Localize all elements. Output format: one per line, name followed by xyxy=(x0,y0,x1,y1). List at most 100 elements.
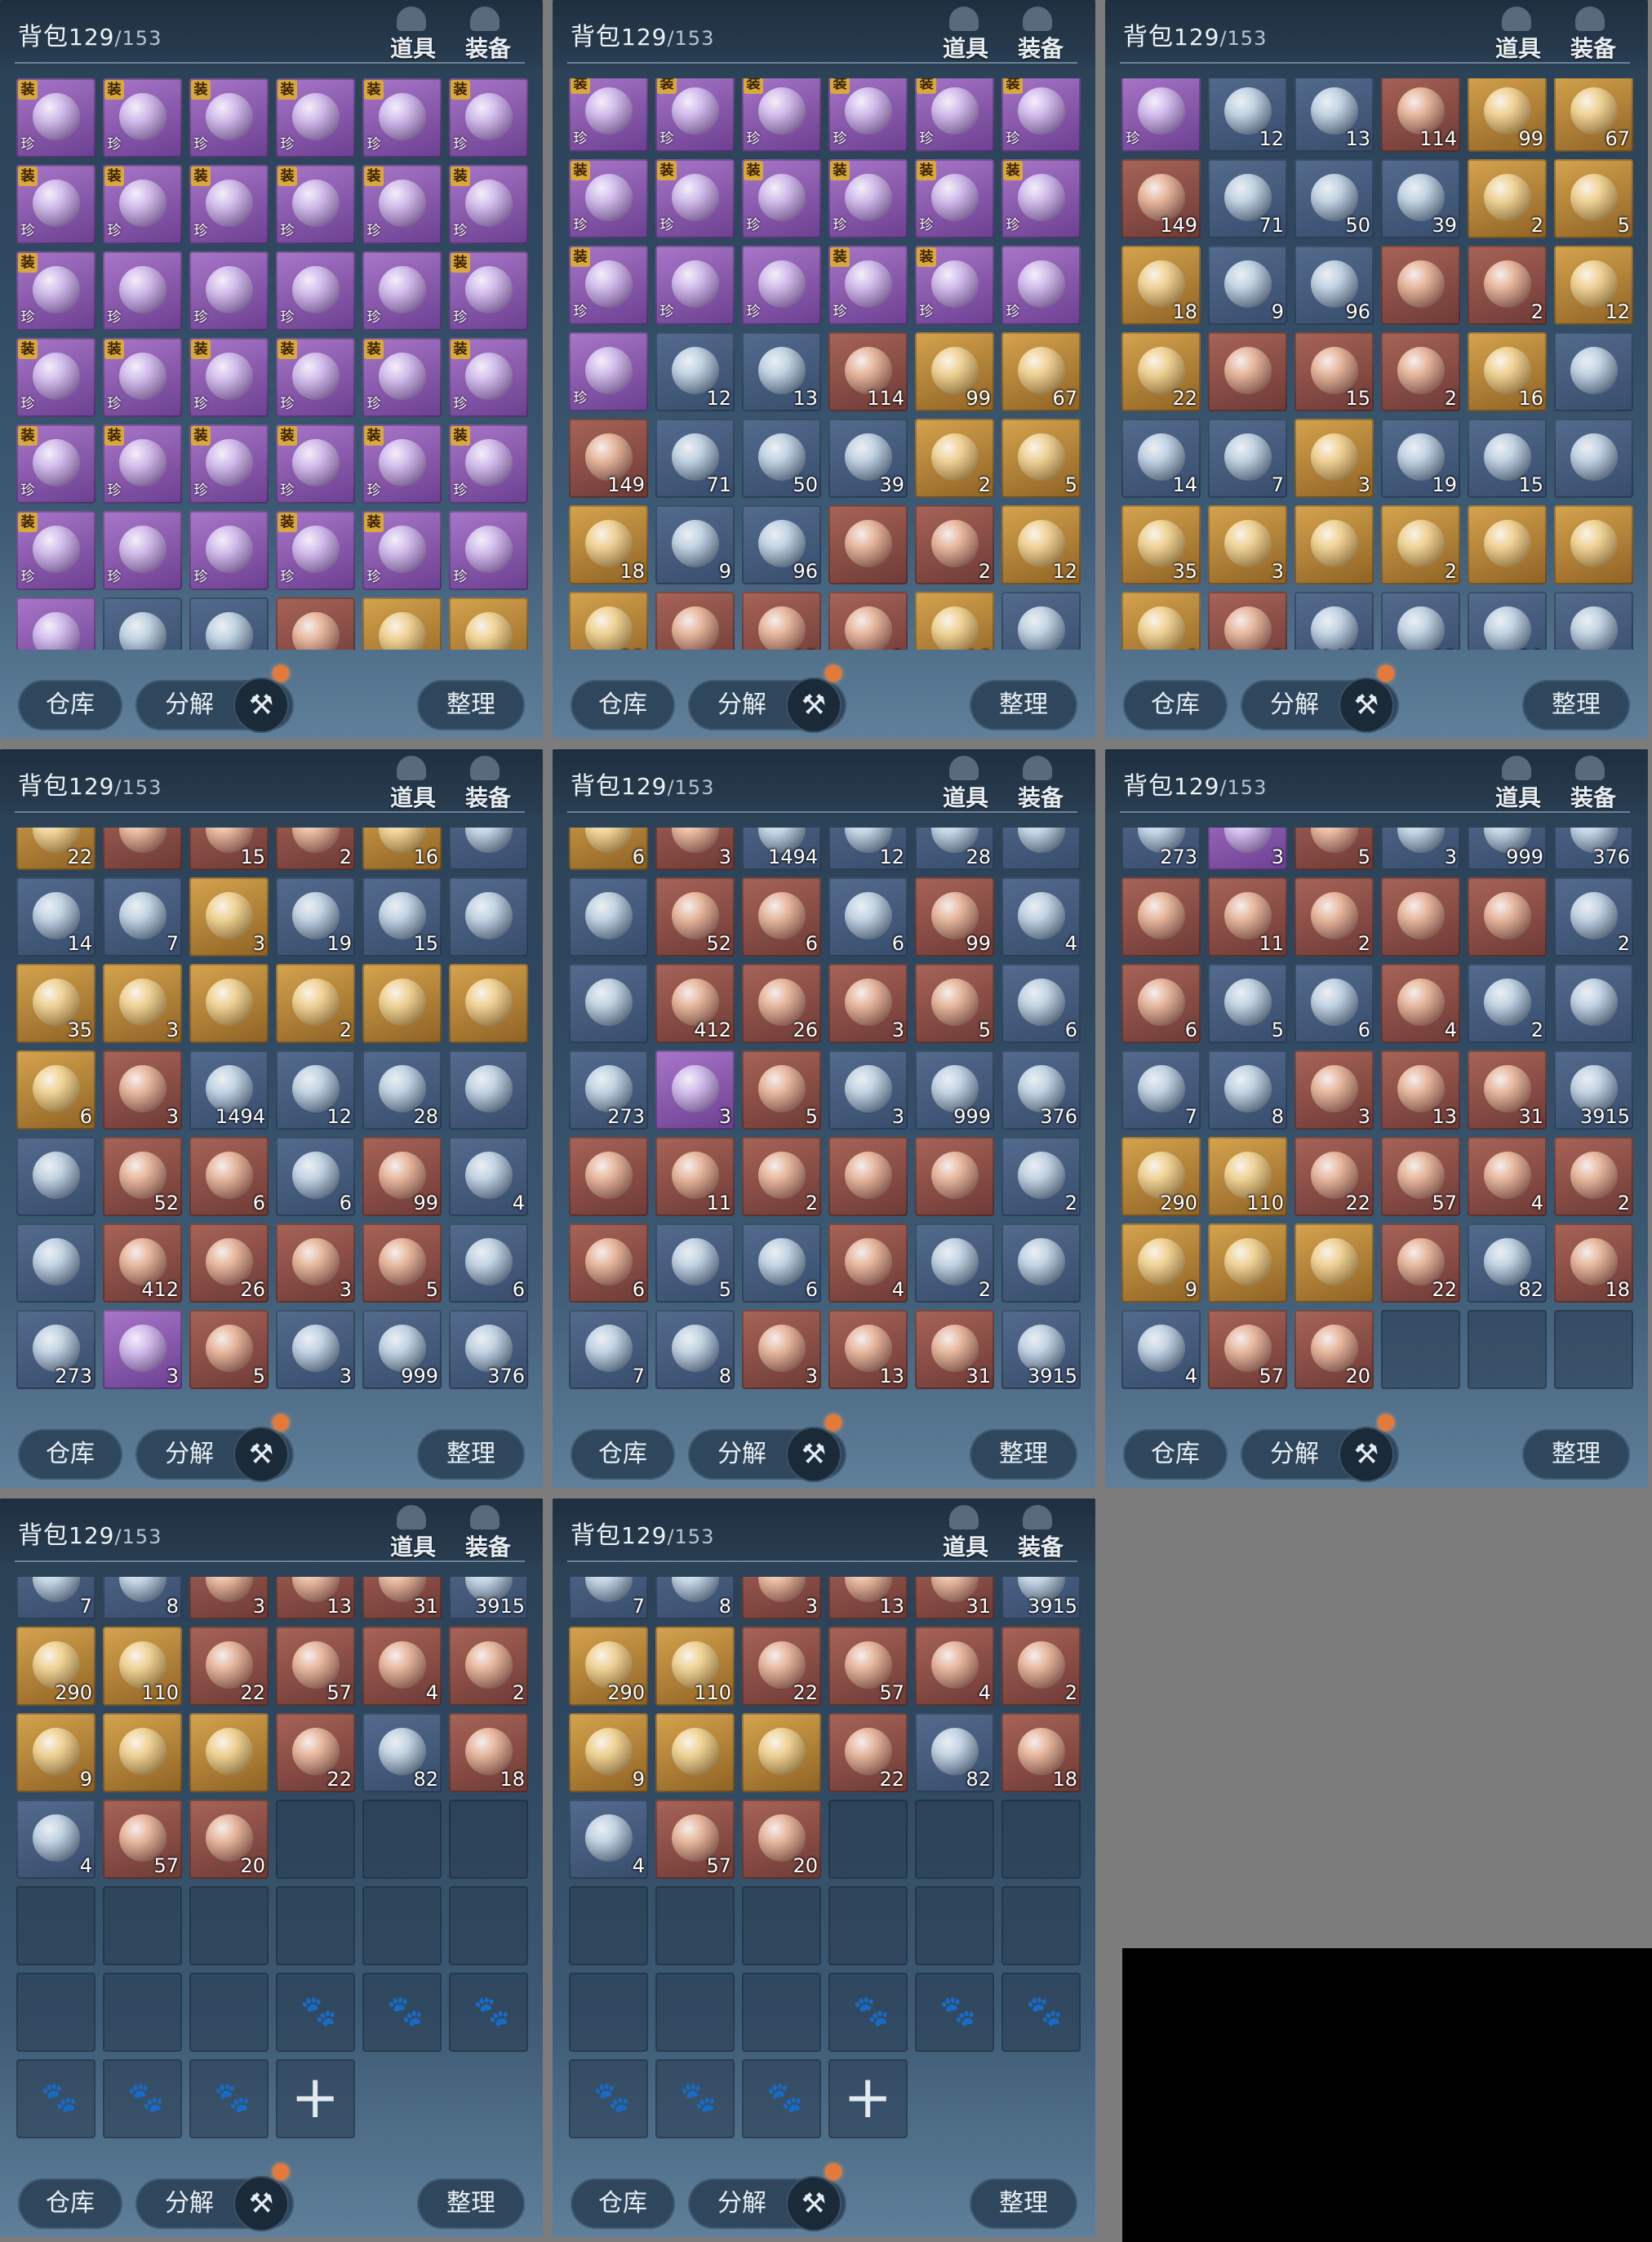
item-slot[interactable]: 376 xyxy=(1554,828,1633,870)
tab-equip[interactable]: 装备 xyxy=(1018,31,1064,64)
item-slot[interactable]: 412 xyxy=(655,964,735,1043)
item-slot[interactable]: 35 xyxy=(1121,505,1201,584)
item-slot[interactable] xyxy=(189,964,269,1043)
item-slot[interactable]: 15 xyxy=(1468,419,1547,498)
item-slot[interactable]: 装珍 xyxy=(449,338,528,417)
item-slot[interactable]: 114 xyxy=(276,597,355,650)
item-slot[interactable]: 149 xyxy=(569,419,648,498)
item-slot[interactable]: 装珍 xyxy=(276,424,355,504)
item-slot[interactable]: 3915 xyxy=(1554,1050,1633,1130)
item-slot[interactable]: 71 xyxy=(655,419,735,498)
item-slot[interactable]: 装珍 xyxy=(449,165,528,244)
item-slot[interactable]: 39 xyxy=(828,419,908,498)
tab-props[interactable]: 道具 xyxy=(1495,780,1541,813)
item-slot[interactable]: 4 xyxy=(828,1223,908,1303)
item-slot[interactable]: 珍 xyxy=(189,511,269,590)
item-slot[interactable]: 22 xyxy=(1381,1223,1460,1303)
item-slot[interactable]: 装珍 xyxy=(276,511,355,590)
item-slot[interactable] xyxy=(1554,505,1633,584)
item-slot[interactable]: 18 xyxy=(1554,1223,1633,1303)
item-slot[interactable] xyxy=(1381,246,1460,325)
item-slot[interactable]: 8 xyxy=(1208,1050,1287,1130)
item-slot[interactable]: 57 xyxy=(103,1800,182,1879)
item-slot[interactable]: 99 xyxy=(362,1137,442,1216)
item-slot[interactable]: 3 xyxy=(828,964,908,1043)
tab-props[interactable]: 道具 xyxy=(390,1529,436,1562)
item-slot[interactable]: 装珍 xyxy=(189,424,269,504)
item-slot[interactable]: 9 xyxy=(1121,1223,1201,1303)
item-slot[interactable]: 12 xyxy=(655,332,735,411)
item-slot[interactable] xyxy=(1001,592,1081,650)
item-slot[interactable]: 装珍 xyxy=(16,424,95,504)
item-slot[interactable]: 50 xyxy=(1295,159,1374,238)
item-slot[interactable]: 珍 xyxy=(449,511,528,590)
item-slot[interactable]: 3 xyxy=(1295,1050,1374,1130)
sort-button[interactable]: 整理 xyxy=(1522,680,1630,730)
item-slot[interactable]: 82 xyxy=(1468,1223,1547,1303)
item-slot[interactable]: 96 xyxy=(742,505,821,584)
item-slot[interactable]: 珍 xyxy=(276,251,355,331)
sort-button[interactable]: 整理 xyxy=(417,2178,525,2229)
item-slot[interactable]: 装珍 xyxy=(103,424,182,504)
item-slot[interactable]: 110 xyxy=(1208,1137,1287,1216)
item-slot[interactable]: 1494 xyxy=(189,1050,269,1130)
sort-button[interactable]: 整理 xyxy=(417,1429,525,1480)
item-slot[interactable]: 12 xyxy=(276,1050,355,1130)
hammer-button[interactable]: ⚒ xyxy=(233,1427,289,1482)
item-slot[interactable]: 装珍 xyxy=(1001,78,1081,152)
item-slot[interactable]: 2 xyxy=(742,1137,821,1216)
item-slot[interactable]: 装珍 xyxy=(362,338,442,417)
item-slot[interactable] xyxy=(449,828,528,870)
item-slot[interactable]: 6 xyxy=(1001,964,1081,1043)
item-slot[interactable]: 11 xyxy=(1208,877,1287,957)
item-slot[interactable]: 9 xyxy=(1208,246,1287,325)
sort-button[interactable]: 整理 xyxy=(970,680,1077,730)
item-slot[interactable]: 273 xyxy=(16,1310,95,1389)
item-slot[interactable]: 22 xyxy=(742,1627,821,1706)
item-slot[interactable]: 57 xyxy=(828,1627,908,1706)
item-slot[interactable]: 8 xyxy=(103,1577,182,1619)
item-slot[interactable]: 装珍 xyxy=(16,251,95,331)
item-slot[interactable] xyxy=(16,1137,95,1216)
tab-props[interactable]: 道具 xyxy=(943,31,988,64)
item-slot[interactable]: 装珍 xyxy=(742,159,821,238)
item-slot[interactable]: 20 xyxy=(742,1800,821,1879)
item-slot[interactable]: 5 xyxy=(362,1223,442,1303)
item-slot[interactable]: 装珍 xyxy=(103,78,182,158)
item-slot[interactable]: 2 xyxy=(1381,332,1460,411)
item-slot[interactable]: 4 xyxy=(1001,877,1081,957)
item-slot[interactable]: 2 xyxy=(1381,505,1460,584)
item-slot[interactable]: 6 xyxy=(449,1223,528,1303)
item-slot[interactable]: 6 xyxy=(1121,964,1201,1043)
item-slot[interactable]: 装珍 xyxy=(276,165,355,244)
item-slot[interactable] xyxy=(103,1713,182,1792)
item-slot[interactable]: 装珍 xyxy=(742,78,821,152)
item-slot[interactable]: 99 xyxy=(915,877,994,957)
item-slot[interactable]: 12 xyxy=(1208,78,1287,152)
item-slot[interactable]: 2 xyxy=(449,1627,528,1706)
warehouse-button[interactable]: 仓库 xyxy=(571,2178,675,2229)
item-slot[interactable]: 装珍 xyxy=(828,246,908,325)
item-slot[interactable]: 装珍 xyxy=(569,246,648,325)
item-slot[interactable] xyxy=(828,505,908,584)
warehouse-button[interactable]: 仓库 xyxy=(571,1429,675,1480)
item-slot[interactable] xyxy=(569,964,648,1043)
sort-button[interactable]: 整理 xyxy=(970,2178,1077,2229)
item-slot[interactable]: 6 xyxy=(1295,964,1374,1043)
item-slot[interactable]: 14 xyxy=(16,877,95,957)
item-slot[interactable]: 50 xyxy=(742,419,821,498)
item-slot[interactable]: 12 xyxy=(828,828,908,870)
item-slot[interactable]: 7 xyxy=(16,1577,95,1619)
item-slot[interactable] xyxy=(1208,332,1287,411)
item-slot[interactable]: 装珍 xyxy=(828,78,908,152)
item-slot[interactable]: 273 xyxy=(1121,828,1201,870)
item-slot[interactable]: 珍 xyxy=(189,251,269,331)
item-slot[interactable]: 71 xyxy=(1208,159,1287,238)
warehouse-button[interactable]: 仓库 xyxy=(1123,1429,1228,1480)
item-slot[interactable] xyxy=(1295,1223,1374,1303)
tab-equip[interactable]: 装备 xyxy=(465,780,511,813)
item-slot[interactable]: 9 xyxy=(569,1713,648,1792)
item-slot[interactable]: 31 xyxy=(1468,1050,1547,1130)
item-slot[interactable]: 376 xyxy=(449,1310,528,1389)
item-slot[interactable]: 273 xyxy=(569,1050,648,1130)
